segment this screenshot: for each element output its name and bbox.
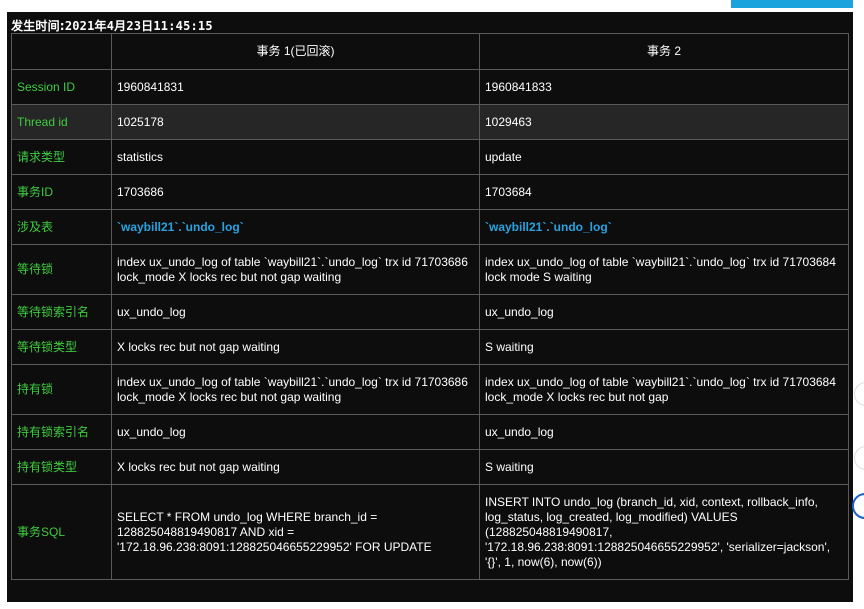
row-value-t2: update [479,139,849,175]
row-value-t1: 1025178 [111,104,480,140]
row-value-t2: S waiting [479,329,849,365]
row-value-t1: ux_undo_log [111,414,480,450]
side-float-button[interactable] [854,446,864,470]
row-value-t1: X locks rec but not gap waiting [111,449,480,485]
table-row: 事务ID 1703686 1703684 [11,174,849,210]
table-row: 等待锁索引名 ux_undo_log ux_undo_log [11,294,849,330]
deadlock-panel: 发生时间:2021年4月23日11:45:15 事务 1(已回滚) 事务 2 S… [7,12,853,602]
row-key: 持有锁 [11,364,112,415]
row-value-t2: 1960841833 [479,69,849,105]
row-key: 等待锁类型 [11,329,112,365]
row-value-t1: 1703686 [111,174,480,210]
row-value-t2: ux_undo_log [479,414,849,450]
table-row: 事务SQL SELECT * FROM undo_log WHERE branc… [11,484,849,580]
table-row: Session ID 1960841831 1960841833 [11,69,849,105]
row-value-t1: 1960841831 [111,69,480,105]
row-key: 等待锁索引名 [11,294,112,330]
row-value-t1: SELECT * FROM undo_log WHERE branch_id =… [111,484,480,580]
row-key: 涉及表 [11,209,112,245]
row-key: 事务SQL [11,484,112,580]
table-name-t2: `waybill21`.`undo_log` [479,209,849,245]
row-value-t2: 1029463 [479,104,849,140]
row-value-t2: index ux_undo_log of table `waybill21`.`… [479,364,849,415]
row-key: 等待锁 [11,244,112,295]
row-key: 持有锁索引名 [11,414,112,450]
occurrence-time: 发生时间:2021年4月23日11:45:15 [11,17,213,34]
table-row: 请求类型 statistics update [11,139,849,175]
header-transaction-1: 事务 1(已回滚) [111,33,480,70]
occurrence-time-value: 2021年4月23日11:45:15 [64,19,213,33]
table-header-row: 事务 1(已回滚) 事务 2 [11,33,849,70]
table-row: Thread id 1025178 1029463 [11,104,849,140]
row-value-t2: S waiting [479,449,849,485]
header-empty [11,33,112,70]
table-row: 持有锁 index ux_undo_log of table `waybill2… [11,364,849,415]
side-float-button[interactable] [852,493,864,519]
top-accent-bar [731,0,853,8]
table-row: 持有锁类型 X locks rec but not gap waiting S … [11,449,849,485]
row-key: Session ID [11,69,112,105]
table-name-t1: `waybill21`.`undo_log` [111,209,480,245]
table-row: 等待锁 index ux_undo_log of table `waybill2… [11,244,849,295]
row-value-t1: index ux_undo_log of table `waybill21`.`… [111,244,480,295]
table-row: 等待锁类型 X locks rec but not gap waiting S … [11,329,849,365]
row-key: 事务ID [11,174,112,210]
table-row: 涉及表 `waybill21`.`undo_log` `waybill21`.`… [11,209,849,245]
row-value-t1: index ux_undo_log of table `waybill21`.`… [111,364,480,415]
side-float-button[interactable] [854,382,864,406]
row-value-t2: index ux_undo_log of table `waybill21`.`… [479,244,849,295]
row-value-t1: X locks rec but not gap waiting [111,329,480,365]
row-value-t1: statistics [111,139,480,175]
table-row: 持有锁索引名 ux_undo_log ux_undo_log [11,414,849,450]
row-value-t2: 1703684 [479,174,849,210]
row-key: 持有锁类型 [11,449,112,485]
row-key: 请求类型 [11,139,112,175]
deadlock-table: 事务 1(已回滚) 事务 2 Session ID 1960841831 196… [11,33,849,580]
row-value-t2: ux_undo_log [479,294,849,330]
header-transaction-2: 事务 2 [479,33,849,70]
row-key: Thread id [11,104,112,140]
row-value-t1: ux_undo_log [111,294,480,330]
row-value-t2: INSERT INTO undo_log (branch_id, xid, co… [479,484,849,580]
occurrence-time-label: 发生时间: [11,19,65,33]
